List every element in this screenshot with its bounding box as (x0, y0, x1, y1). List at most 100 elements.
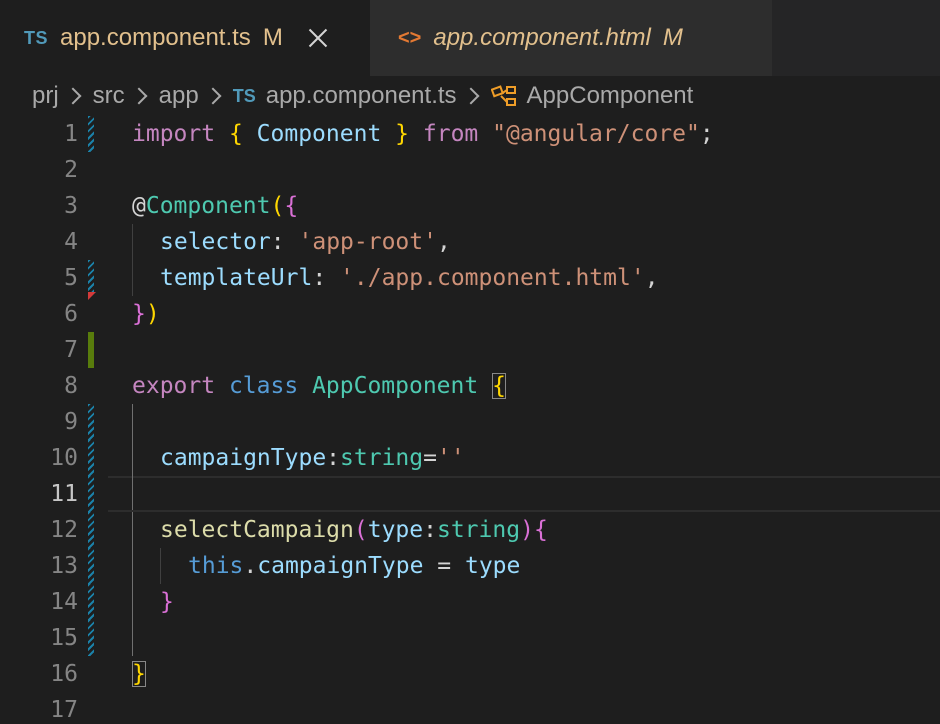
token-bracket: { (284, 193, 299, 219)
token-bracket: } (395, 121, 410, 147)
close-icon[interactable] (307, 27, 329, 49)
code-line: 6 }) (0, 292, 940, 332)
typescript-file-icon: TS (24, 27, 49, 48)
token-property: selector (160, 229, 271, 255)
indent-guide (160, 548, 161, 584)
breadcrumb-item-file[interactable]: app.component.ts (266, 82, 457, 110)
token-parameter: type (367, 517, 424, 543)
token-bracket: { (533, 517, 548, 543)
line-number: 15 (50, 625, 78, 651)
token-bracket: { (228, 121, 243, 147)
line-number: 13 (50, 553, 78, 579)
token-punctuation: : (270, 229, 285, 255)
token-property: campaignType (160, 445, 327, 471)
code-text: @Component({ (132, 188, 298, 224)
indent-guide-active (132, 584, 133, 620)
code-line: 17 (0, 692, 940, 724)
token-operator: = (423, 553, 465, 579)
line-number: 5 (64, 265, 78, 291)
line-number: 14 (50, 589, 78, 615)
code-line: 9 (0, 404, 940, 440)
token-decorator-at: @ (132, 193, 146, 219)
indent-guide-active (132, 512, 133, 548)
code-line: 12 selectCampaign(type:string){ (0, 512, 940, 548)
token-bracket: ( (353, 517, 368, 543)
code-line: 4 selector: 'app-root', (0, 224, 940, 260)
chevron-right-icon (204, 87, 222, 105)
token-keyword: from (422, 121, 479, 147)
line-number: 4 (64, 229, 78, 255)
breadcrumb-item-app[interactable]: app (159, 82, 199, 110)
token-type: string (436, 517, 521, 543)
token-bracket-matched: } (132, 661, 146, 687)
code-editor[interactable]: 1 import { Component } from "@angular/co… (0, 114, 940, 724)
token-bracket: ) (145, 301, 160, 327)
code-text: } (132, 656, 146, 692)
code-text: } (160, 584, 174, 620)
line-number: 16 (50, 661, 78, 687)
git-modified-indicator (88, 440, 94, 476)
token-bracket: ) (520, 517, 534, 543)
breadcrumb-item-symbol[interactable]: AppComponent (527, 82, 694, 110)
token-punctuation: . (243, 553, 258, 579)
token-string: '' (436, 445, 465, 471)
line-number: 8 (64, 373, 78, 399)
code-line: 5 templateUrl: './app.component.html', (0, 260, 940, 296)
token-punctuation: , (644, 265, 659, 291)
tab-app-component-html[interactable]: <> app.component.html M (370, 0, 772, 76)
indent-guide-active (132, 476, 133, 512)
tab-title: app.component.ts (60, 24, 251, 51)
line-number: 12 (50, 517, 78, 543)
code-line-current: 11 (0, 476, 940, 512)
tab-title: app.component.html (433, 24, 651, 51)
line-number: 9 (64, 409, 78, 435)
token-keyword: export (132, 373, 216, 399)
code-line: 8 export class AppComponent { (0, 368, 940, 404)
token-punctuation: ; (699, 121, 714, 147)
indent-guide (132, 224, 133, 260)
code-text: export class AppComponent { (132, 368, 506, 404)
token-string: "@angular/core" (492, 121, 700, 147)
token-punctuation: : (326, 445, 341, 471)
git-modified-indicator (88, 584, 94, 620)
modified-badge: M (662, 24, 683, 51)
token-keyword: import (132, 121, 216, 147)
git-modified-indicator (88, 116, 94, 152)
token-punctuation: : (312, 265, 327, 291)
token-property: templateUrl (160, 265, 313, 291)
token-punctuation: : (423, 517, 437, 543)
line-number: 17 (50, 697, 78, 723)
token-this: this (188, 553, 244, 579)
modified-badge: M (262, 24, 283, 51)
tab-bar: TS app.component.ts M <> app.component.h… (0, 0, 940, 76)
token-string: 'app-root' (298, 229, 437, 255)
line-number: 7 (64, 337, 78, 363)
code-line: 2 (0, 152, 940, 188)
breadcrumb: prj src app TS app.component.ts AppCompo… (32, 78, 693, 114)
git-modified-indicator (88, 260, 94, 296)
token-punctuation: , (436, 229, 451, 255)
token-class-name: AppComponent (312, 373, 479, 399)
token-bracket: } (160, 589, 174, 615)
token-type: string (340, 445, 424, 471)
class-symbol-icon (490, 85, 516, 106)
breadcrumb-item-src[interactable]: src (93, 82, 125, 110)
chevron-right-icon (462, 87, 480, 105)
html-file-icon: <> (398, 26, 422, 49)
code-line: 10 campaignType:string='' (0, 440, 940, 476)
chevron-right-icon (64, 87, 82, 105)
code-text: templateUrl: './app.component.html', (160, 260, 659, 296)
tab-app-component-ts[interactable]: TS app.component.ts M (0, 0, 370, 76)
token-operator: = (423, 445, 437, 471)
breadcrumb-item-prj[interactable]: prj (32, 82, 59, 110)
code-text: campaignType:string='' (160, 440, 465, 476)
typescript-file-icon: TS (232, 85, 256, 106)
token-import-name: Component (256, 121, 382, 147)
token-function: selectCampaign (160, 517, 354, 543)
line-number: 10 (50, 445, 78, 471)
token-string: './app.component.html' (340, 265, 645, 291)
code-text: selectCampaign(type:string){ (160, 512, 548, 548)
token-property: campaignType (257, 553, 424, 579)
line-number: 2 (64, 157, 78, 183)
token-storage: class (228, 373, 299, 399)
